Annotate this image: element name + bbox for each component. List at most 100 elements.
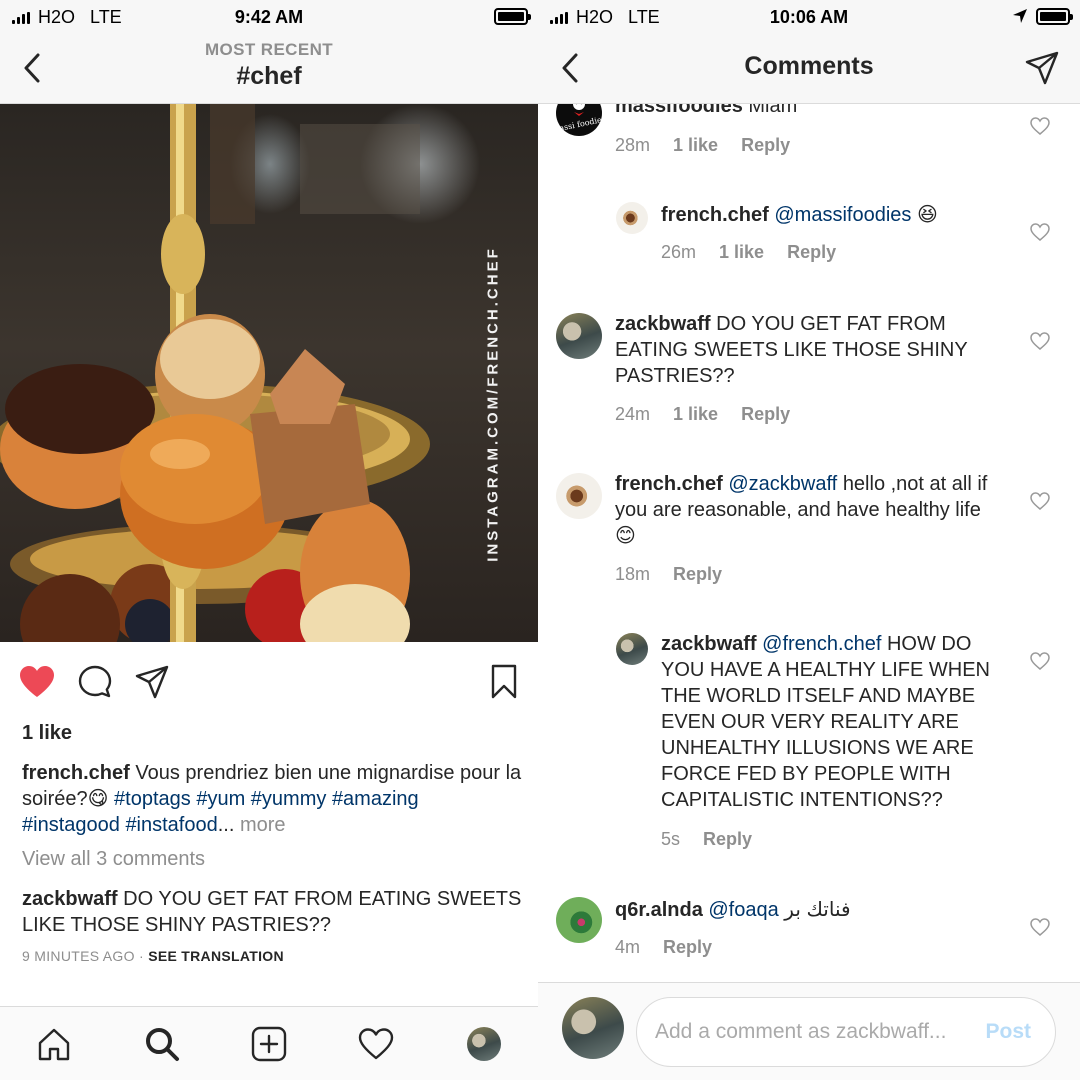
reply-button[interactable]: Reply [741, 135, 790, 155]
comment-composer: Add a comment as zackbwaff... Post [538, 982, 1080, 1080]
hashtag-link[interactable]: #yummy [251, 788, 327, 810]
page-title: Comments [744, 52, 874, 80]
tab-profile[interactable] [462, 1022, 506, 1066]
heart-icon [358, 1028, 394, 1060]
tab-activity[interactable] [354, 1022, 398, 1066]
comments-screen: H2O LTE 10:06 AM Comments Massi foodies [538, 0, 1080, 1080]
comment-mention[interactable]: @massifoodies [774, 204, 911, 226]
post-caption: french.chef Vous prendriez bien une mign… [22, 760, 522, 838]
comment-like-count[interactable]: 1 like [673, 404, 718, 424]
comment-username[interactable]: zackbwaff [22, 888, 118, 910]
search-icon [146, 1028, 179, 1061]
comment-username[interactable]: zackbwaff [661, 633, 757, 655]
status-bar: H2O LTE 10:06 AM [538, 0, 1080, 34]
hashtag-link[interactable]: #instagood [22, 814, 120, 836]
comment-time: 18m [615, 564, 651, 584]
comment-username[interactable]: french.chef [615, 473, 723, 495]
hashtag-link[interactable]: #toptags [114, 788, 191, 810]
avatar[interactable] [556, 897, 602, 943]
more-link[interactable]: more [240, 814, 286, 836]
caption-ellipsis: ... [217, 814, 235, 836]
save-button[interactable] [484, 660, 524, 704]
svg-text:Massi foodies: Massi foodies [556, 114, 602, 134]
battery-icon [494, 8, 531, 25]
comment-like-heart-icon[interactable] [1030, 331, 1050, 351]
comment-reply-item: zackbwaff @french.chef HOW DO YOU HAVE A… [538, 631, 1080, 861]
comment-item: Massi foodies massifoodies Miam 28m 1 li… [538, 104, 1080, 170]
comment-time: 28m [615, 135, 651, 155]
comment-mention[interactable]: @french.chef [762, 633, 881, 655]
yum-emoji: 😋 [87, 788, 109, 810]
reply-button[interactable]: Reply [787, 242, 836, 262]
comment-username[interactable]: zackbwaff [615, 313, 711, 335]
comment-username[interactable]: french.chef [661, 204, 769, 226]
avatar[interactable] [556, 473, 602, 519]
comment-time: 24m [615, 404, 651, 424]
see-translation-link[interactable]: SEE TRANSLATION [148, 948, 284, 964]
comment-like-heart-icon[interactable] [1030, 222, 1050, 242]
comment-item: french.chef @zackbwaff hello ,not at all… [538, 471, 1080, 591]
comment-input[interactable]: Add a comment as zackbwaff... Post [636, 997, 1056, 1067]
reply-button[interactable]: Reply [741, 404, 790, 424]
nav-bar: Comments [538, 34, 1080, 104]
tab-home[interactable] [32, 1022, 76, 1066]
comment-meta: 18m Reply [615, 564, 740, 585]
direct-share-button[interactable] [1022, 48, 1062, 88]
tab-new-post[interactable] [247, 1022, 291, 1066]
hashtag-feed-screen: H2O LTE 9:42 AM MOST RECENT #chef INSTAG… [0, 0, 538, 1080]
heart-filled-icon [20, 666, 54, 697]
pastry-stand-illustration [0, 104, 430, 642]
hashtag-link[interactable]: #instafood [125, 814, 217, 836]
reply-button[interactable]: Reply [673, 564, 722, 584]
comment-like-count[interactable]: 1 like [673, 135, 718, 155]
nav-bar: MOST RECENT #chef [0, 34, 538, 104]
comment-username[interactable]: massifoodies [615, 104, 743, 117]
comment-text: Miam [748, 104, 798, 117]
post-image[interactable]: INSTAGRAM.COM/FRENCH.CHEF [0, 104, 538, 642]
avatar[interactable] [616, 633, 648, 665]
comment-like-count[interactable]: 1 like [719, 242, 764, 262]
laughing-emoji: 😆 [916, 204, 938, 226]
hashtag-link[interactable]: #yum [196, 788, 245, 810]
comment-text: HOW DO YOU HAVE A HEALTHY LIFE WHEN THE … [661, 633, 990, 811]
comment-mention[interactable]: @foaqa [708, 899, 778, 921]
comment-username[interactable]: q6r.alnda [615, 899, 703, 921]
comment-like-heart-icon[interactable] [1030, 651, 1050, 671]
like-button[interactable] [17, 660, 57, 704]
paper-plane-icon [135, 665, 169, 699]
massifoodies-logo: Massi foodies [556, 104, 602, 135]
add-icon [251, 1026, 287, 1062]
comment-meta: 24m 1 like Reply [615, 404, 808, 425]
comment-like-heart-icon[interactable] [1030, 917, 1050, 937]
comment-item: q6r.alnda @foaqa فناتك بر 4m Reply [538, 897, 1080, 967]
like-count[interactable]: 1 like [22, 722, 72, 745]
meta-separator: · [139, 948, 144, 964]
view-all-comments-link[interactable]: View all 3 comments [22, 848, 205, 871]
caption-username[interactable]: french.chef [22, 762, 130, 784]
avatar[interactable]: Massi foodies [556, 104, 602, 136]
profile-avatar [467, 1027, 501, 1061]
reply-button[interactable]: Reply [663, 937, 712, 957]
clock: 10:06 AM [769, 7, 849, 27]
post-actions [0, 660, 538, 706]
reply-button[interactable]: Reply [703, 829, 752, 849]
share-button[interactable] [132, 660, 172, 704]
comment-meta: 4m Reply [615, 937, 730, 958]
avatar[interactable] [556, 313, 602, 359]
comment-time: 26m [661, 242, 697, 262]
post-comment-button[interactable]: Post [985, 1020, 1031, 1044]
comment-meta: 26m 1 like Reply [661, 242, 854, 263]
comment-mention[interactable]: @zackbwaff [728, 473, 837, 495]
comment-button[interactable] [75, 660, 115, 704]
comment-like-heart-icon[interactable] [1030, 491, 1050, 511]
comment-icon [78, 665, 112, 698]
bookmark-icon [491, 664, 517, 699]
hashtag-link[interactable]: #amazing [332, 788, 419, 810]
tab-search[interactable] [140, 1022, 184, 1066]
clock: 9:42 AM [234, 7, 304, 27]
comment-like-heart-icon[interactable] [1030, 116, 1050, 136]
battery-icon [1036, 8, 1073, 25]
image-watermark: INSTAGRAM.COM/FRENCH.CHEF [484, 246, 502, 562]
avatar[interactable] [616, 202, 648, 234]
comment-reply-item: french.chef @massifoodies 😆 26m 1 like R… [538, 202, 1080, 282]
